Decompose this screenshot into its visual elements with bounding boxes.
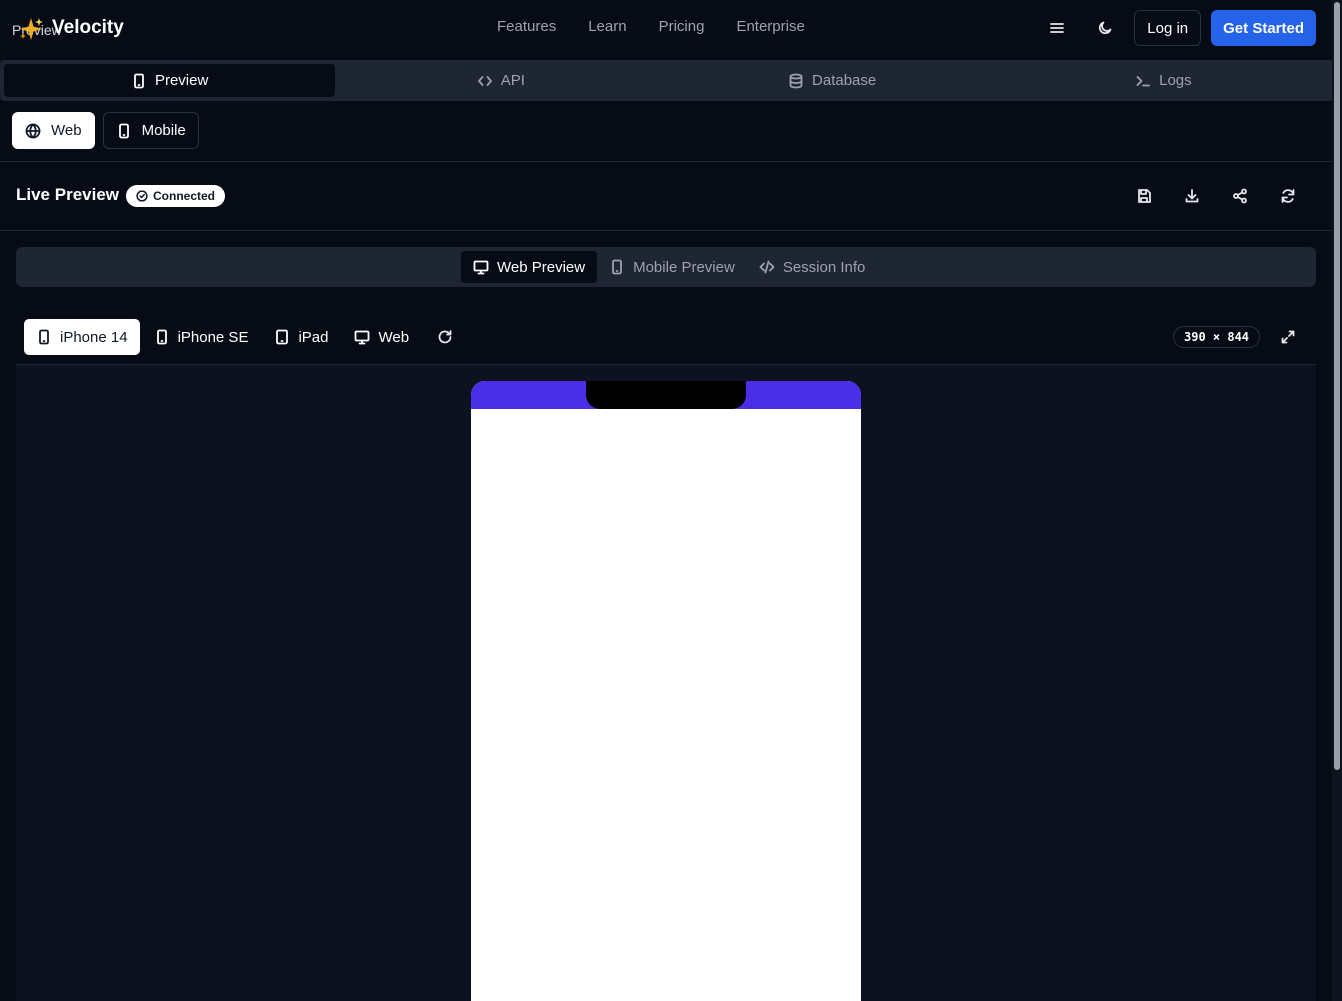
main-nav: Features Learn Pricing Enterprise bbox=[497, 18, 805, 35]
mode-mobile-label: Mobile bbox=[141, 122, 186, 139]
tab-preview[interactable]: Preview bbox=[4, 64, 336, 97]
theme-toggle-button[interactable] bbox=[1086, 10, 1124, 46]
check-circle-icon bbox=[136, 190, 148, 202]
smartphone-icon bbox=[118, 123, 129, 138]
code-icon bbox=[759, 260, 775, 274]
phone-frame[interactable] bbox=[471, 381, 861, 1001]
device-refresh-button[interactable] bbox=[427, 319, 463, 355]
download-button[interactable] bbox=[1174, 180, 1210, 212]
smartphone-icon bbox=[156, 329, 167, 345]
device-ipad-label: iPad bbox=[298, 328, 329, 346]
tab-database-label: Database bbox=[812, 72, 877, 89]
tablet-icon bbox=[276, 329, 289, 345]
preview-canvas bbox=[16, 364, 1316, 1001]
preview-toolbar bbox=[1126, 180, 1306, 212]
device-iphone-14[interactable]: iPhone 14 bbox=[24, 319, 140, 355]
status-badge-label: Connected bbox=[153, 189, 216, 203]
tab-session-info-label: Session Info bbox=[782, 258, 866, 276]
tab-session-info[interactable]: Session Info bbox=[747, 251, 878, 283]
menu-icon bbox=[1050, 23, 1065, 33]
save-icon bbox=[1138, 189, 1151, 203]
share-button[interactable] bbox=[1222, 180, 1258, 212]
login-button[interactable]: Log in bbox=[1134, 10, 1202, 46]
moon-icon bbox=[1099, 21, 1112, 35]
smartphone-icon bbox=[612, 259, 622, 275]
monitor-icon bbox=[473, 260, 489, 275]
phone-notch bbox=[586, 381, 746, 409]
terminal-icon bbox=[1136, 75, 1151, 86]
tab-mobile-preview[interactable]: Mobile Preview bbox=[597, 251, 747, 283]
divider bbox=[0, 230, 1332, 231]
reload-button[interactable] bbox=[1270, 180, 1306, 212]
tab-web-preview[interactable]: Web Preview bbox=[461, 251, 598, 283]
nav-pricing[interactable]: Pricing bbox=[659, 18, 705, 35]
viewport-dimensions: 390 × 844 bbox=[1173, 326, 1261, 348]
maximize-icon bbox=[1281, 330, 1295, 344]
device-web-label: Web bbox=[378, 328, 410, 346]
live-preview-title: Live Preview bbox=[16, 185, 120, 204]
fullscreen-button[interactable] bbox=[1272, 321, 1304, 353]
smartphone-icon bbox=[39, 329, 49, 345]
tab-preview-label: Preview bbox=[154, 72, 209, 89]
mode-mobile-button[interactable]: Mobile bbox=[102, 112, 199, 149]
device-iphone-se[interactable]: iPhone SE bbox=[142, 319, 261, 355]
page-scrollbar[interactable] bbox=[1332, 0, 1342, 1001]
status-badge: Connected bbox=[126, 185, 226, 207]
code-icon bbox=[477, 75, 492, 86]
mode-web-label: Web bbox=[51, 122, 82, 139]
main-tabs: Preview API Database Logs bbox=[0, 60, 1333, 101]
database-icon bbox=[789, 73, 803, 88]
nav-enterprise[interactable]: Enterprise bbox=[736, 18, 804, 35]
mode-web-button[interactable]: Web bbox=[12, 112, 95, 149]
scrollbar-thumb[interactable] bbox=[1334, 2, 1340, 770]
device-iphone-14-label: iPhone 14 bbox=[60, 328, 128, 346]
monitor-icon bbox=[355, 330, 370, 345]
get-started-button[interactable]: Get Started bbox=[1211, 10, 1316, 46]
share-icon bbox=[1233, 188, 1247, 204]
tab-logs-label: Logs bbox=[1159, 72, 1192, 89]
nav-features[interactable]: Features bbox=[497, 18, 556, 35]
tab-api-label: API bbox=[500, 72, 525, 89]
divider bbox=[0, 161, 1332, 162]
sparkles-icon bbox=[20, 18, 43, 40]
brand-name: Velocity bbox=[52, 17, 124, 38]
device-web[interactable]: Web bbox=[342, 319, 421, 355]
menu-button[interactable] bbox=[1038, 10, 1076, 46]
refresh-icon bbox=[1281, 189, 1295, 203]
tab-mobile-preview-label: Mobile Preview bbox=[633, 258, 735, 276]
tab-logs[interactable]: Logs bbox=[998, 64, 1329, 97]
header-actions: Log in Get Started bbox=[1038, 10, 1316, 46]
smartphone-icon bbox=[134, 73, 144, 88]
download-icon bbox=[1185, 189, 1199, 203]
top-header: Preview Velocity Features Learn Pricing … bbox=[0, 0, 1332, 58]
device-ipad[interactable]: iPad bbox=[262, 319, 340, 355]
save-button[interactable] bbox=[1126, 180, 1162, 212]
device-iphone-se-label: iPhone SE bbox=[177, 328, 249, 346]
tab-web-preview-label: Web Preview bbox=[497, 258, 586, 276]
device-selector: iPhone 14 iPhone SE iPad Web bbox=[24, 319, 463, 355]
tab-api[interactable]: API bbox=[335, 64, 666, 97]
nav-learn[interactable]: Learn bbox=[588, 18, 626, 35]
preview-sub-tabs: Web Preview Mobile Preview Session Info bbox=[16, 247, 1316, 287]
mode-toggle: Web Mobile bbox=[12, 112, 199, 149]
globe-icon bbox=[25, 123, 41, 138]
tab-database[interactable]: Database bbox=[667, 64, 998, 97]
rotate-icon bbox=[438, 330, 452, 344]
